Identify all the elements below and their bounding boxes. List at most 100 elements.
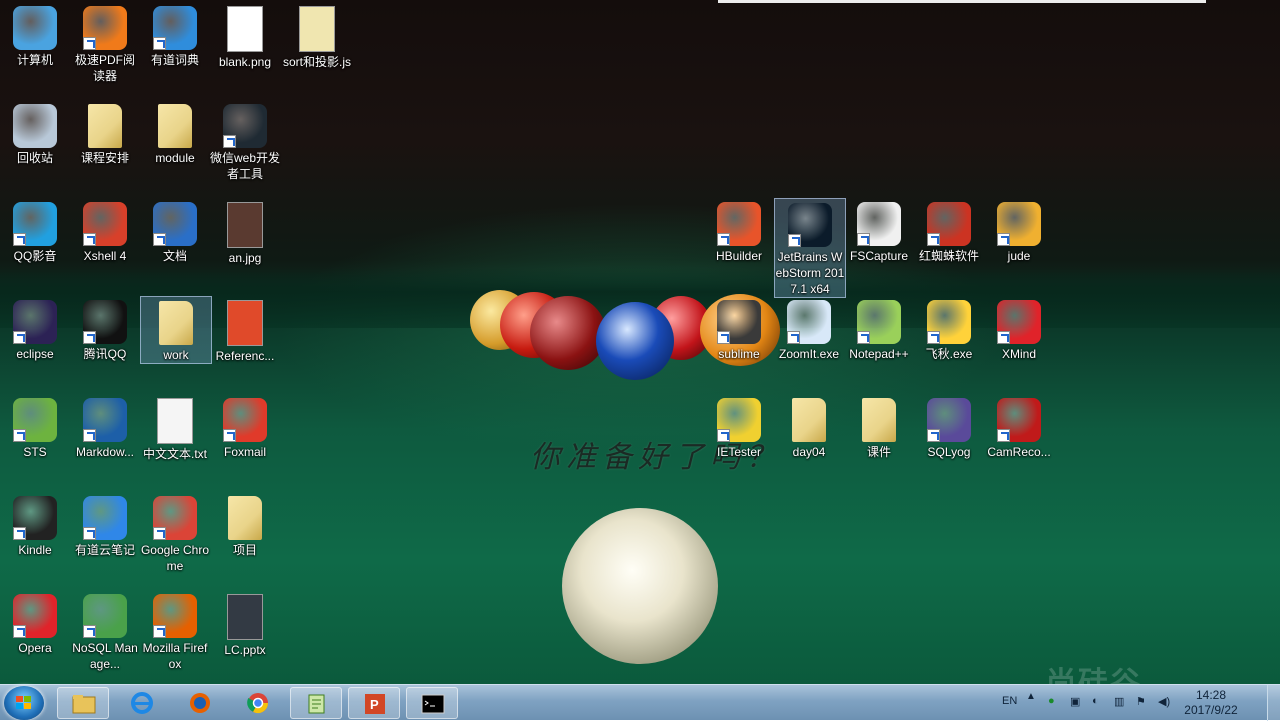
desktop-icon[interactable]: HBuilder (704, 198, 774, 264)
desktop-icon[interactable]: Foxmail (210, 394, 280, 460)
shortcut-arrow-icon (13, 331, 26, 344)
shortcut-arrow-icon (717, 429, 730, 442)
desktop-icon[interactable]: 课件 (844, 394, 914, 460)
recycle-bin-icon (13, 104, 57, 148)
tray-app-icon[interactable]: ● (1048, 695, 1055, 707)
desktop-icon[interactable]: Notepad++ (844, 296, 914, 362)
desktop-icon[interactable]: LC.pptx (210, 590, 280, 658)
desktop-icon[interactable]: 课程安排 (70, 100, 140, 166)
desktop-icon[interactable]: Xshell 4 (70, 198, 140, 264)
tray-app-icon[interactable]: ▣ (1070, 695, 1080, 708)
network-icon[interactable]: ▥ (1114, 695, 1124, 708)
desktop-icon[interactable]: IETester (704, 394, 774, 460)
desktop-icon[interactable]: eclipse (0, 296, 70, 362)
taskbar-ie-button[interactable] (116, 687, 168, 719)
window-edge-bar (718, 0, 1206, 3)
desktop-icon-label: Foxmail (223, 445, 266, 459)
desktop-icon[interactable]: 有道云笔记 (70, 492, 140, 558)
desktop-icon[interactable]: Mozilla Firefox (140, 590, 210, 672)
desktop-icon[interactable]: Referenc... (210, 296, 280, 364)
desktop-icon[interactable]: 中文文本.txt (140, 394, 210, 462)
taskbar: P EN ▲ ● ▣ ◐ ▥ ⚑ ◀) 14:28 2017/9/22 (0, 684, 1280, 721)
volume-icon[interactable]: ◀) (1158, 695, 1170, 708)
desktop-icon[interactable]: 极速PDF阅读器 (70, 2, 140, 84)
desktop-icon-label: Opera (18, 641, 52, 655)
taskbar-chrome-button[interactable] (232, 687, 284, 719)
desktop-icon-label: NoSQL Manage... (72, 641, 138, 671)
taskbar-explorer-button[interactable] (57, 687, 109, 719)
language-indicator[interactable]: EN (1002, 695, 1017, 707)
desktop-icon[interactable]: 红蜘蛛软件 (914, 198, 984, 264)
shortcut-arrow-icon (223, 135, 236, 148)
desktop-icon[interactable]: module (140, 100, 210, 166)
eclipse-icon (13, 300, 57, 344)
desktop-icon[interactable]: sort和投影.js (282, 2, 352, 70)
firefox-icon (153, 594, 197, 638)
folder-icon (862, 398, 896, 442)
desktop-icon-label: day04 (792, 445, 826, 459)
desktop-icon[interactable]: 有道词典 (140, 2, 210, 68)
desktop-icon[interactable]: NoSQL Manage... (70, 590, 140, 672)
desktop-icon-label: 课件 (866, 445, 891, 459)
desktop-icon[interactable]: 回收站 (0, 100, 70, 166)
desktop-icon[interactable]: day04 (774, 394, 844, 460)
shortcut-arrow-icon (717, 233, 730, 246)
desktop-icon-label: IETester (716, 445, 761, 459)
shortcut-arrow-icon (153, 233, 166, 246)
show-desktop-button[interactable] (1267, 685, 1280, 721)
desktop-icon[interactable]: an.jpg (210, 198, 280, 266)
desktop-icon[interactable]: JetBrains WebStorm 2017.1 x64 (774, 198, 846, 298)
desktop-icon[interactable]: STS (0, 394, 70, 460)
desktop-icon[interactable]: 项目 (210, 492, 280, 558)
desktop-icon[interactable]: work (140, 296, 212, 364)
taskbar-firefox-button[interactable] (174, 687, 226, 719)
shortcut-arrow-icon (153, 625, 166, 638)
folder-icon (88, 104, 122, 148)
desktop-icon-label: Kindle (18, 543, 52, 557)
desktop-icon[interactable]: blank.png (210, 2, 280, 70)
chrome-icon (247, 693, 269, 714)
desktop-icon[interactable]: 飞秋.exe (914, 296, 984, 362)
desktop-icon-label: 回收站 (16, 151, 53, 165)
desktop-icon[interactable]: Kindle (0, 492, 70, 558)
desktop-icon-label: QQ影音 (13, 249, 57, 263)
desktop-icon[interactable]: CamReco... (984, 394, 1054, 460)
shortcut-arrow-icon (153, 527, 166, 540)
taskbar-cmd-button[interactable] (406, 687, 458, 719)
desktop-icon[interactable]: jude (984, 198, 1054, 264)
desktop-icon[interactable]: sublime (704, 296, 774, 362)
clock[interactable]: 14:28 2017/9/22 (1176, 688, 1246, 718)
desktop-icon[interactable]: 计算机 (0, 2, 70, 68)
desktop-icon-label: Google Chrome (140, 543, 210, 573)
start-button[interactable] (4, 686, 44, 720)
desktop-icon[interactable]: 文档 (140, 198, 210, 264)
desktop-icon-label: 微信web开发者工具 (210, 151, 281, 181)
desktop-icon[interactable]: Google Chrome (140, 492, 210, 574)
desktop-icon-label: SQLyog (927, 445, 971, 459)
shortcut-arrow-icon (997, 233, 1010, 246)
desktop-icon[interactable]: QQ影音 (0, 198, 70, 264)
sqlyog-icon (927, 398, 971, 442)
desktop-icon[interactable]: Opera (0, 590, 70, 656)
desktop-icon[interactable]: SQLyog (914, 394, 984, 460)
tray-app-icon[interactable]: ◐ (1092, 695, 1099, 707)
jude-icon (997, 202, 1041, 246)
desktop-icon-label: Notepad++ (849, 347, 909, 361)
flag-icon[interactable]: ⚑ (1136, 695, 1146, 708)
desktop-icon-label: Mozilla Firefox (142, 641, 208, 671)
hbuilder-icon (717, 202, 761, 246)
desktop-icon-label: 有道词典 (150, 53, 199, 67)
chrome-icon (153, 496, 197, 540)
desktop-icon[interactable]: ZoomIt.exe (774, 296, 844, 362)
taskbar-powerpoint-button[interactable]: P (348, 687, 400, 719)
taskbar-notepadpp-button[interactable] (290, 687, 342, 719)
desktop-icon[interactable]: FSCapture (844, 198, 914, 264)
desktop-icon[interactable]: 腾讯QQ (70, 296, 140, 362)
desktop-icon-label: CamReco... (987, 445, 1051, 459)
shortcut-arrow-icon (997, 331, 1010, 344)
desktop-icon[interactable]: Markdow... (70, 394, 140, 460)
tray-expand-icon[interactable]: ▲ (1026, 691, 1036, 702)
desktop-icon[interactable]: XMind (984, 296, 1054, 362)
desktop-icon-label: an.jpg (228, 251, 262, 265)
desktop-icon[interactable]: 微信web开发者工具 (210, 100, 280, 182)
